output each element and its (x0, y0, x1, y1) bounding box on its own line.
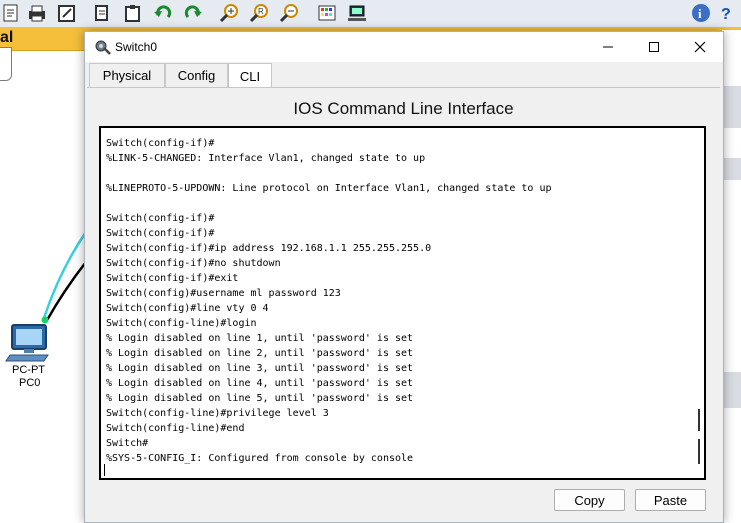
terminal-line: Switch(config)#username ml password 123 (106, 288, 341, 299)
cli-terminal[interactable]: Switch(config-if)# %LINK-5-CHANGED: Inter… (99, 126, 706, 480)
terminal-line: % Login disabled on line 3, until 'passw… (106, 363, 414, 374)
maximize-icon (649, 42, 659, 52)
minimize-icon (603, 46, 613, 48)
tab-config[interactable]: Config (165, 63, 228, 87)
terminal-line: Switch(config)#line vty 0 4 (106, 303, 269, 314)
tab-cli-label: CLI (239, 68, 261, 84)
terminal-line: Switch(config-line)#login (106, 318, 257, 329)
terminal-line: Switch(config-if)#ip address 192.168.1.1… (106, 243, 432, 254)
tab-cli[interactable]: CLI (228, 63, 272, 88)
dialog-titlebar[interactable]: Switch0 (85, 32, 723, 62)
terminal-line: Switch(config-line)#privilege level 3 (106, 408, 329, 419)
close-button[interactable] (677, 32, 723, 62)
tab-config-label: Config (177, 68, 216, 83)
terminal-line: %LINEPROTO-5-UPDOWN: Line protocol on In… (106, 183, 552, 194)
cli-panel: IOS Command Line Interface Switch(config… (87, 87, 720, 520)
terminal-line: % Login disabled on line 4, until 'passw… (106, 378, 414, 389)
pc-type-label: PC-PT (12, 364, 45, 376)
tab-physical-label: Physical (102, 68, 152, 83)
terminal-line: %SYS-5-CONFIG_I: Configured from console… (106, 453, 414, 464)
right-panel-item[interactable] (722, 158, 741, 180)
minimize-button[interactable] (585, 32, 631, 62)
terminal-scrollbar[interactable] (698, 409, 701, 464)
terminal-line: Switch(config-if)# (106, 138, 215, 149)
terminal-line: Switch(config-if)#exit (106, 273, 239, 284)
terminal-line: %LINK-5-CHANGED: Interface Vlan1, change… (106, 153, 426, 164)
text-cursor (104, 464, 105, 476)
terminal-output: Switch(config-if)# %LINK-5-CHANGED: Inter… (106, 136, 552, 466)
computer-icon (5, 324, 49, 362)
right-panel-item[interactable] (722, 372, 741, 408)
scrollbar-mark (698, 409, 700, 431)
packet-tracer-icon (95, 40, 111, 55)
tab-physical[interactable]: Physical (89, 63, 165, 87)
terminal-line: % Login disabled on line 5, until 'passw… (106, 393, 414, 404)
scrollbar-mark (698, 439, 700, 464)
maximize-button[interactable] (631, 32, 677, 62)
terminal-line: % Login disabled on line 1, until 'passw… (106, 333, 414, 344)
link-cable-black (44, 261, 87, 323)
cli-heading: IOS Command Line Interface (293, 99, 514, 118)
terminal-line: Switch# (106, 438, 149, 449)
paste-button[interactable]: Paste (635, 489, 706, 511)
right-panel-item[interactable] (722, 86, 741, 128)
terminal-line: % Login disabled on line 2, until 'passw… (106, 348, 414, 359)
switch-dialog: Switch0 Physical Config CLI IOS Command … (84, 31, 724, 523)
close-icon (694, 41, 706, 53)
pc-name-label: PC0 (19, 377, 41, 389)
terminal-line: Switch(config-if)# (106, 213, 215, 224)
copy-button[interactable]: Copy (554, 489, 625, 511)
terminal-line: Switch(config-if)#no shutdown (106, 258, 281, 269)
terminal-line: Switch(config-line)#end (106, 423, 245, 434)
link-cable-cyan (42, 231, 88, 319)
dialog-title: Switch0 (115, 40, 158, 54)
right-panel-strip (722, 30, 741, 516)
terminal-line: Switch(config-if)# (106, 228, 215, 239)
